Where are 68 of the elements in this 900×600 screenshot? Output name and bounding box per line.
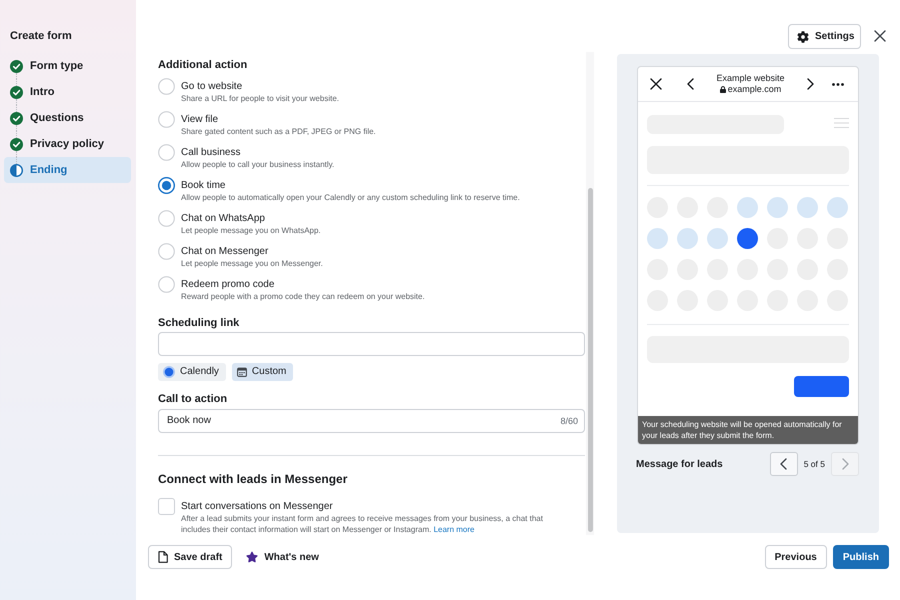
page-indicator: 5 of 5 (804, 459, 825, 469)
radio-button[interactable] (158, 242, 175, 260)
option-label: Chat on Messenger (181, 244, 268, 258)
checkbox[interactable] (158, 498, 175, 514)
preview-caption: Message for leads (636, 458, 723, 470)
site-url: example.com (728, 84, 782, 95)
option-label: Chat on WhatsApp (181, 212, 265, 224)
radio-button[interactable] (158, 110, 175, 128)
option-description: Share gated content such as a PDF, JPEG or PNG file. (181, 126, 376, 136)
option-label: Call business (181, 146, 240, 158)
chevron-left-icon (780, 458, 788, 470)
option-description: Let people message you on WhatsApp. (181, 224, 321, 236)
option-description: After a lead submits your instant form and agrees to receive messages from your business, a chat that includes their contact information will start on Messenger or Instagram. Learn more (181, 513, 544, 535)
lock-icon (720, 86, 726, 93)
close-icon (650, 78, 662, 90)
close-icon (874, 30, 886, 42)
scrollbar-thumb[interactable] (588, 188, 592, 532)
option-description: Share a URL for people to visit your website. (181, 92, 340, 104)
calendar-icon (236, 366, 247, 376)
previous-button[interactable]: Previous (764, 545, 827, 569)
option-label: View file (181, 112, 218, 126)
provider-chip[interactable]: Custom (232, 362, 294, 380)
sidebar-step[interactable]: Form type (4, 53, 131, 79)
option-label: Redeem promo code (181, 278, 274, 290)
radio-button[interactable] (158, 210, 175, 226)
site-title: Example website (716, 73, 785, 84)
radio-button[interactable] (158, 276, 175, 292)
settings-button[interactable]: Settings (788, 24, 861, 49)
radio-button[interactable] (158, 144, 175, 160)
sidebar-title: Create form (9, 29, 73, 43)
option-description: Reward people with a promo code they can redeem on your website. (181, 290, 425, 302)
field-label: Scheduling link (158, 316, 240, 330)
tooltip-message: Your scheduling website will be opened automatically for your leads after they submit the form. (638, 416, 858, 444)
learn-more-link[interactable]: Learn more (434, 525, 474, 534)
provider-chip[interactable]: Calendly (158, 362, 226, 380)
option-label: Book time (181, 178, 226, 192)
option-description: Let people message you on Messenger. (181, 258, 323, 268)
section-title: Additional action (158, 58, 248, 72)
section-title: Connect with leads in Messenger (158, 472, 348, 486)
forward-icon (807, 78, 814, 90)
character-counter: 8/60 (560, 416, 578, 426)
call-to-action-input[interactable]: Book now 8/60 (158, 408, 585, 432)
radio-button[interactable] (158, 176, 175, 194)
sidebar-step[interactable]: Questions (4, 105, 131, 131)
button-placeholder (794, 376, 849, 397)
logo-icon (163, 366, 175, 378)
sidebar-step[interactable]: Privacy policy (4, 131, 131, 157)
field-label: Call to action (158, 392, 228, 406)
save-draft-button[interactable]: Save draft (148, 545, 232, 569)
sidebar-step[interactable]: Intro (4, 79, 131, 105)
scheduling-link-input[interactable] (158, 332, 585, 356)
sidebar-step[interactable]: Ending (4, 157, 131, 183)
close-button[interactable] (874, 30, 886, 42)
more-icon (832, 82, 844, 86)
radio-button[interactable] (158, 78, 175, 94)
option-description: Allow people to automatically open your Calendly or any custom scheduling link to reserve time. (181, 192, 520, 202)
whats-new-button[interactable]: What's new (246, 545, 319, 569)
option-description: Allow people to call your business instantly. (181, 158, 334, 170)
menu-icon (834, 118, 849, 128)
publish-button[interactable]: Publish (832, 545, 889, 569)
previous-page-button[interactable] (770, 452, 798, 476)
option-label: Go to website (181, 80, 242, 92)
option-label: Start conversations on Messenger (181, 500, 334, 513)
back-icon (687, 78, 694, 90)
document-icon (158, 551, 168, 563)
settings-icon (797, 30, 809, 42)
chevron-right-icon (842, 458, 848, 470)
star-icon (246, 551, 258, 563)
